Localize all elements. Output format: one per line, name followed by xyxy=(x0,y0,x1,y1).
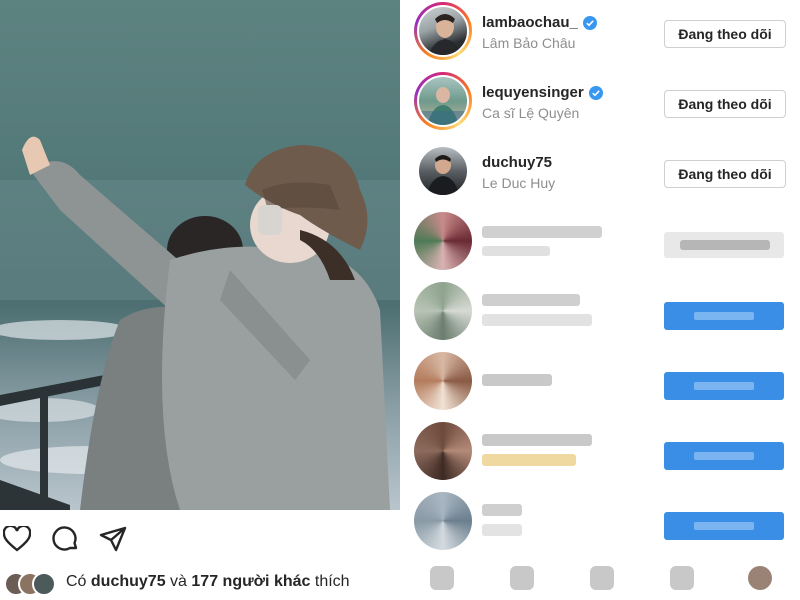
blurred-follow-button xyxy=(664,372,784,400)
list-item[interactable]: duchuy75 Le Duc Huy Đang theo dõi xyxy=(400,142,800,212)
blurred-username xyxy=(482,504,522,516)
verified-badge-icon xyxy=(588,85,603,100)
follow-list: lambaochau_ Lâm Bảo Châu Đang theo dõi l… xyxy=(400,0,800,600)
liker-avatars xyxy=(4,570,60,596)
following-button[interactable]: Đang theo dõi xyxy=(664,90,786,118)
blurred-fullname xyxy=(482,524,522,536)
username[interactable]: lambaochau_ xyxy=(482,14,597,31)
username-text: lequyensinger xyxy=(482,84,584,101)
following-button[interactable]: Đang theo dõi xyxy=(664,160,786,188)
search-icon[interactable] xyxy=(510,566,534,590)
blurred-button-label xyxy=(680,240,770,250)
story-ring[interactable] xyxy=(414,2,472,60)
list-item[interactable]: lambaochau_ Lâm Bảo Châu Đang theo dõi xyxy=(400,2,800,72)
avatar xyxy=(417,75,469,127)
username-text: duchuy75 xyxy=(482,154,553,171)
avatar-wrap[interactable] xyxy=(414,142,472,200)
post-actions xyxy=(0,522,400,558)
profile-icon[interactable] xyxy=(748,566,772,590)
list-item-blurred xyxy=(400,492,800,562)
post-photo[interactable] xyxy=(0,0,400,510)
likes-prefix: Có xyxy=(66,573,87,590)
likes-others-link[interactable]: 177 người khác xyxy=(191,573,310,591)
list-item-blurred xyxy=(400,352,800,422)
share-icon[interactable] xyxy=(96,522,130,556)
list-item-blurred xyxy=(400,212,800,282)
avatar xyxy=(417,5,469,57)
bottom-tab-bar xyxy=(400,556,800,600)
likes-user-link[interactable]: duchuy75 xyxy=(91,573,166,591)
blurred-username xyxy=(482,434,592,446)
avatar-blurred xyxy=(414,212,472,270)
verified-badge-icon xyxy=(582,15,597,30)
likes-suffix: thích xyxy=(314,573,350,590)
avatar-blurred xyxy=(414,422,472,480)
avatar-blurred xyxy=(414,282,472,340)
home-icon[interactable] xyxy=(430,566,454,590)
blurred-follow-button xyxy=(664,512,784,540)
username[interactable]: lequyensinger xyxy=(482,84,603,101)
following-button[interactable]: Đang theo dõi xyxy=(664,20,786,48)
blurred-username xyxy=(482,374,552,386)
list-item-blurred xyxy=(400,282,800,352)
full-name: Ca sĩ Lệ Quyên xyxy=(482,105,580,121)
likes-summary: Có duchuy75 và 177 người khác thích xyxy=(0,568,400,596)
full-name: Le Duc Huy xyxy=(482,175,556,191)
heart-icon[interactable] xyxy=(0,522,34,556)
blurred-username xyxy=(482,294,580,306)
username[interactable]: duchuy75 xyxy=(482,154,552,171)
post-panel: Có duchuy75 và 177 người khác thích xyxy=(0,0,400,600)
story-ring[interactable] xyxy=(414,72,472,130)
username-text: lambaochau_ xyxy=(482,14,578,31)
comment-icon[interactable] xyxy=(48,522,82,556)
full-name: Lâm Bảo Châu xyxy=(482,35,576,51)
list-item[interactable]: lequyensinger Ca sĩ Lệ Quyên Đang theo d… xyxy=(400,72,800,142)
avatar xyxy=(32,572,56,596)
avatar-blurred xyxy=(414,352,472,410)
blurred-follow-button xyxy=(664,442,784,470)
avatar-blurred xyxy=(414,492,472,550)
blurred-username xyxy=(482,226,602,238)
list-item-blurred xyxy=(400,422,800,492)
blurred-follow-button xyxy=(664,302,784,330)
shop-icon[interactable] xyxy=(670,566,694,590)
likes-middle: và xyxy=(170,573,187,590)
blurred-fullname xyxy=(482,314,592,326)
reels-icon[interactable] xyxy=(590,566,614,590)
avatar xyxy=(417,145,469,197)
blurred-fullname xyxy=(482,454,576,466)
blurred-fullname xyxy=(482,246,550,256)
